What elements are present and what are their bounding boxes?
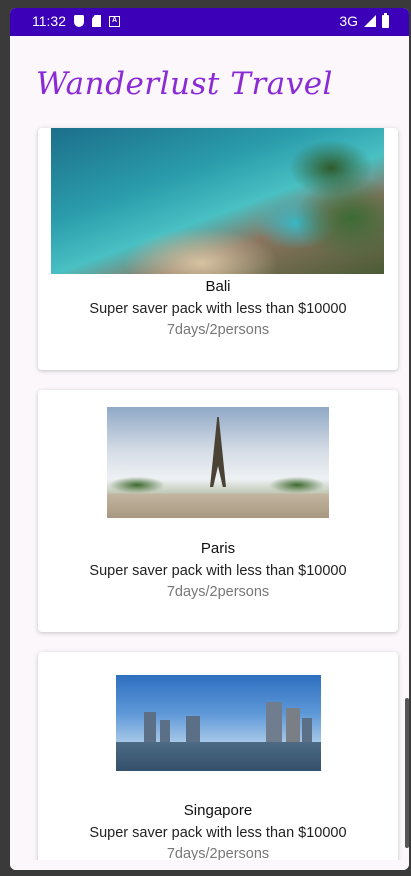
building-shape <box>186 716 200 743</box>
package-name: Singapore <box>183 802 253 819</box>
package-description: Super saver pack with less than $10000 <box>89 825 347 841</box>
building-shape <box>286 708 300 743</box>
scrollbar[interactable] <box>405 698 409 848</box>
bali-beach-image <box>51 128 384 274</box>
building-shape <box>302 718 312 743</box>
sim-card-icon <box>92 15 101 27</box>
app-title: Wanderlust Travel <box>36 66 333 102</box>
status-bar: 11:32 A 3G <box>10 8 409 36</box>
status-time: 11:32 <box>32 13 66 29</box>
package-card-paris[interactable]: Paris Super saver pack with less than $1… <box>38 390 398 632</box>
network-type: 3G <box>339 13 358 29</box>
notification-a-icon: A <box>109 15 120 27</box>
package-list[interactable]: Bali Super saver pack with less than $10… <box>38 128 398 870</box>
package-description: Super saver pack with less than $10000 <box>89 563 347 579</box>
battery-icon <box>382 12 389 28</box>
package-description: Super saver pack with less than $10000 <box>89 301 347 317</box>
building-shape <box>144 712 156 743</box>
singapore-skyline-image <box>116 675 321 771</box>
bottom-edge <box>10 860 409 870</box>
shield-icon <box>74 15 84 27</box>
package-name: Paris <box>200 540 236 557</box>
eiffel-tower-shape <box>210 417 226 487</box>
signal-icon <box>364 15 376 27</box>
building-shape <box>160 720 170 743</box>
package-duration: 7days/2persons <box>166 584 270 600</box>
package-card-bali[interactable]: Bali Super saver pack with less than $10… <box>38 128 398 370</box>
paris-eiffel-tower-image <box>107 407 329 518</box>
package-duration: 7days/2persons <box>166 322 270 338</box>
phone-screen: 11:32 A 3G Wanderlust Travel Bali Super … <box>10 8 409 870</box>
package-card-singapore[interactable]: Singapore Super saver pack with less tha… <box>38 652 398 870</box>
building-shape <box>266 702 282 743</box>
package-name: Bali <box>205 278 231 295</box>
